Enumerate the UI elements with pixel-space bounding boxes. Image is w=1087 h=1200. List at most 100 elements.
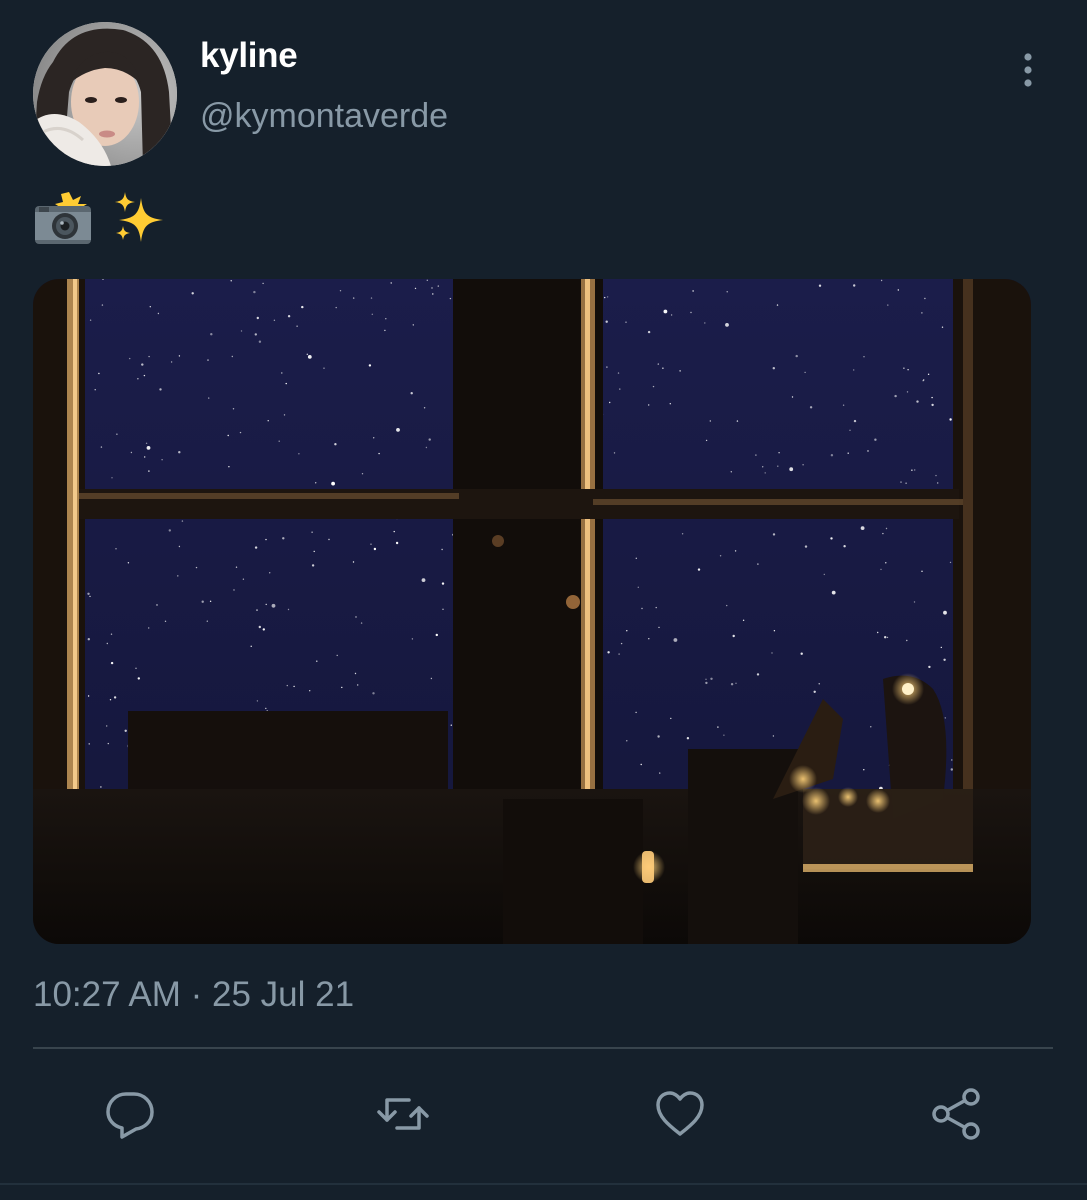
tweet-timestamp[interactable]: 10:27 AM · 25 Jul 21 [33,975,354,1015]
retweet-icon [377,1098,429,1130]
star [262,628,265,631]
sparkles-emoji [115,192,163,242]
more-vertical-icon [1024,53,1032,87]
star [256,316,259,320]
star [113,696,117,699]
star [789,467,794,472]
star [311,531,313,533]
star [884,636,887,639]
star [271,603,276,608]
star [626,740,628,742]
star [148,355,150,358]
star [311,564,315,567]
star [109,699,112,701]
star [655,606,657,609]
divider [33,1047,1053,1049]
star [886,636,889,639]
star [353,297,355,299]
star [679,370,681,372]
star [906,391,909,393]
star [178,451,181,454]
star [657,735,660,738]
star [640,763,642,766]
star [802,464,804,466]
star [943,658,946,661]
reply-button[interactable] [102,1086,158,1142]
star [717,726,719,728]
star [772,533,776,536]
star [757,563,759,565]
reply-icon [106,1092,154,1139]
star [254,546,258,549]
star [441,548,443,551]
avatar[interactable] [33,22,177,166]
star [273,319,276,321]
star [254,333,257,336]
star [258,340,262,343]
star [315,482,317,484]
star [285,382,287,385]
star [880,279,883,282]
star [764,472,766,474]
star [657,363,659,365]
star [177,575,179,577]
star [625,321,627,323]
star [360,622,363,624]
star [921,570,923,572]
star [709,420,711,422]
star [830,454,834,457]
star [853,284,856,287]
like-icon [656,1091,704,1136]
star [301,305,304,309]
display-name[interactable]: kyline [200,36,298,76]
star [913,601,916,603]
more-options-button[interactable] [1010,50,1046,90]
star [278,440,280,442]
star [355,616,357,618]
star [732,634,735,638]
star [253,290,256,294]
tweet-photo[interactable] [33,279,1031,944]
star [265,538,267,541]
star [89,595,91,598]
star [894,394,897,398]
star [670,717,672,720]
star [309,690,311,692]
share-button[interactable] [928,1086,984,1142]
star [885,562,887,564]
star [159,388,162,391]
star [148,470,150,472]
star [144,456,146,458]
star [414,287,417,290]
star [432,293,434,295]
star [931,403,934,407]
retweet-button[interactable] [375,1086,431,1142]
star [94,389,96,391]
star [435,633,438,637]
star [328,538,330,541]
star [823,573,825,576]
star [726,291,728,293]
star [659,772,661,774]
star [673,638,678,642]
star [725,323,729,327]
like-button[interactable] [652,1086,708,1142]
star [818,683,820,685]
star [726,604,728,607]
user-handle[interactable]: @kymontaverde [200,97,448,136]
star [287,608,290,611]
star [146,446,151,450]
star [230,280,232,282]
star [606,366,608,368]
star [111,477,113,479]
star [191,292,194,295]
star [609,401,611,404]
star [830,537,833,540]
star [110,661,114,665]
star [195,566,198,569]
star [106,642,109,645]
star [658,626,660,629]
star [730,683,734,686]
star [437,285,439,287]
star [663,309,668,314]
